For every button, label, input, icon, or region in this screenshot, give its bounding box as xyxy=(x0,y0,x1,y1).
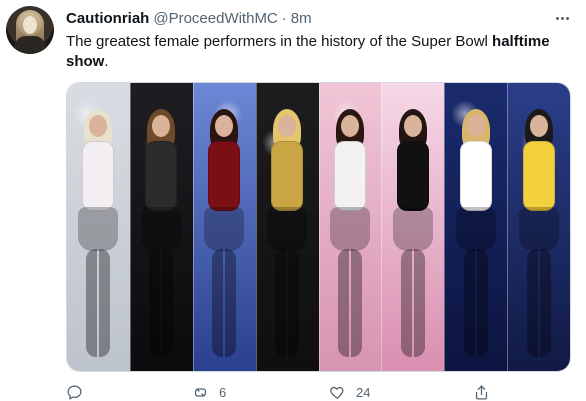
performer-outfit xyxy=(333,141,366,211)
media-panel[interactable] xyxy=(192,83,256,371)
tweet[interactable]: Cautionriah @ProceedWithMC · 8m The grea… xyxy=(0,0,586,401)
media-panel[interactable] xyxy=(318,83,382,371)
performer-legs xyxy=(463,249,488,357)
avatar-body xyxy=(14,36,46,54)
performer-legs xyxy=(337,249,362,357)
media-panel[interactable] xyxy=(444,83,508,371)
performer-figure xyxy=(324,101,376,371)
performer-outfit xyxy=(271,141,304,211)
performer-head xyxy=(89,115,108,137)
panel-divider xyxy=(192,83,194,371)
performer-legs xyxy=(86,249,111,357)
dot-icon xyxy=(560,16,564,20)
panel-divider xyxy=(129,83,131,371)
performer-lower-outfit xyxy=(329,207,370,251)
reply-icon xyxy=(67,385,82,400)
panel-divider xyxy=(255,83,257,371)
tweet-actions: 6 24 xyxy=(66,384,526,401)
performer-head xyxy=(278,115,297,137)
tweet-text-main: The greatest female performers in the hi… xyxy=(66,33,493,50)
share-icon xyxy=(475,385,488,400)
performer-legs xyxy=(400,249,425,357)
retweet-button[interactable]: 6 xyxy=(192,384,226,401)
performer-outfit xyxy=(82,141,115,211)
avatar[interactable] xyxy=(6,6,54,54)
panel-divider xyxy=(318,83,320,371)
performer-figure xyxy=(387,101,439,371)
performer-figure xyxy=(450,101,502,371)
performer-outfit xyxy=(208,141,241,211)
panel-divider xyxy=(507,83,509,371)
performer-lower-outfit xyxy=(141,207,182,251)
tweet-text-bold-2: show xyxy=(66,53,105,70)
dot-icon xyxy=(555,16,559,20)
performer-legs xyxy=(526,249,551,357)
media-panel[interactable] xyxy=(507,83,570,371)
performer-head xyxy=(529,115,548,137)
more-options-button[interactable] xyxy=(550,8,574,28)
performer-head xyxy=(403,115,422,137)
heart-icon xyxy=(330,386,344,399)
performer-legs xyxy=(275,249,300,357)
tweet-text-bold: halftime xyxy=(492,33,550,50)
performer-head xyxy=(152,115,171,137)
performer-outfit xyxy=(396,141,429,211)
performer-lower-outfit xyxy=(392,207,433,251)
performer-head xyxy=(215,115,234,137)
performer-legs xyxy=(212,249,237,357)
author-handle[interactable]: @ProceedWithMC xyxy=(153,10,277,27)
panel-divider xyxy=(444,83,446,371)
performer-figure xyxy=(513,101,565,371)
timestamp[interactable]: 8m xyxy=(291,10,312,27)
performer-figure xyxy=(135,101,187,371)
tweet-text-end: . xyxy=(104,53,109,70)
performer-lower-outfit xyxy=(78,207,119,251)
performer-outfit xyxy=(522,141,555,211)
like-count: 24 xyxy=(356,385,371,400)
performer-outfit xyxy=(459,141,492,211)
retweet-count: 6 xyxy=(219,385,227,400)
media-panel[interactable] xyxy=(67,83,130,371)
performer-lower-outfit xyxy=(518,207,559,251)
share-button[interactable] xyxy=(473,384,500,401)
media-panel[interactable] xyxy=(129,83,193,371)
performer-lower-outfit xyxy=(267,207,308,251)
performer-figure xyxy=(261,101,313,371)
reply-button[interactable] xyxy=(66,384,93,401)
retweet-icon xyxy=(194,388,207,397)
tweet-header: Cautionriah @ProceedWithMC · 8m xyxy=(66,8,312,28)
performer-figure xyxy=(198,101,250,371)
separator: · xyxy=(281,9,287,27)
performer-outfit xyxy=(145,141,178,211)
like-button[interactable]: 24 xyxy=(329,384,370,401)
media-panel[interactable] xyxy=(255,83,319,371)
performer-lower-outfit xyxy=(204,207,245,251)
performer-legs xyxy=(149,249,174,357)
performer-head xyxy=(466,115,485,137)
panel-divider xyxy=(381,83,383,371)
dot-icon xyxy=(565,16,569,20)
tweet-media[interactable] xyxy=(66,82,571,372)
tweet-text: The greatest female performers in the hi… xyxy=(66,32,571,72)
avatar-face xyxy=(23,16,37,34)
performer-lower-outfit xyxy=(455,207,496,251)
performer-figure xyxy=(72,101,124,371)
media-panel[interactable] xyxy=(381,83,445,371)
author-name[interactable]: Cautionriah xyxy=(66,10,149,27)
performer-head xyxy=(340,115,359,137)
